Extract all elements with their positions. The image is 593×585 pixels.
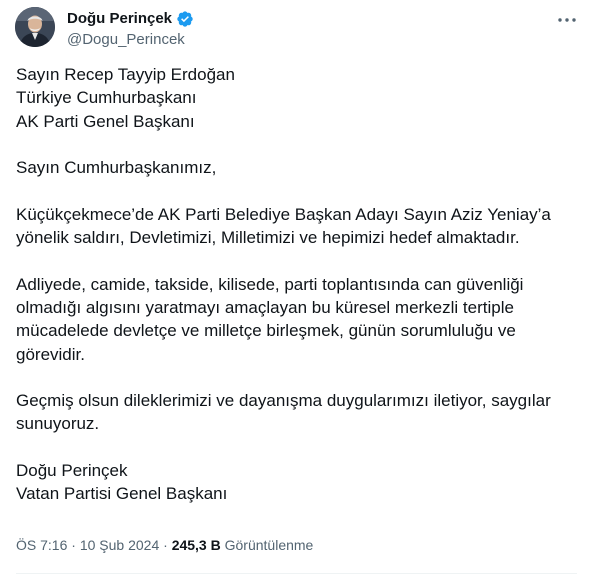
author-handle[interactable]: @Dogu_Perincek [67, 31, 185, 49]
paragraph-salutation: Sayın Recep Tayyip Erdoğan Türkiye Cumhu… [16, 63, 571, 133]
text-line: olmadığı algısını yaratmayı amaçlayan bu… [16, 297, 514, 317]
paragraph-wishes: Geçmiş olsun dileklerimizi ve dayanışma … [16, 389, 571, 436]
text-line: Geçmiş olsun dileklerimizi ve dayanışma … [16, 391, 551, 411]
text-line: yönelik saldırı, Devletimizi, Milletimiz… [16, 228, 520, 248]
paragraph-signature: Doğu Perinçek Vatan Partisi Genel Başkan… [16, 459, 571, 506]
tweet: Doğu Perinçek @Dogu_Perincek Sayın Recep… [0, 0, 593, 585]
tweet-date: 10 Şub 2024 [79, 537, 160, 553]
divider [16, 573, 577, 574]
verified-badge-icon[interactable] [176, 10, 194, 28]
paragraph-greeting: Sayın Cumhurbaşkanımız, [16, 156, 571, 179]
text-line: Türkiye Cumhurbaşkanı [16, 88, 197, 108]
author-name-row: Doğu Perinçek [67, 10, 194, 28]
paragraph-attack: Küçükçekmece’de AK Parti Belediye Başkan… [16, 203, 571, 250]
meta-separator: · [71, 537, 76, 553]
meta-separator: · [163, 537, 168, 553]
text-line: Sayın Recep Tayyip Erdoğan [16, 65, 235, 84]
avatar[interactable] [15, 7, 55, 47]
tweet-timestamp-link[interactable]: ÖS 7:16 · 10 Şub 2024 [16, 537, 159, 553]
views-count: 245,3 B [171, 537, 221, 553]
tweet-text: Sayın Recep Tayyip Erdoğan Türkiye Cumhu… [16, 63, 571, 529]
tweet-time: ÖS 7:16 [16, 537, 68, 553]
text-line: Adliyede, camide, takside, kilisede, par… [16, 274, 524, 294]
paragraph-solidarity: Adliyede, camide, takside, kilisede, par… [16, 273, 571, 366]
text-line: görevidir. [16, 344, 85, 364]
more-horizontal-icon [558, 18, 576, 22]
text-line: Sayın Cumhurbaşkanımız, [16, 158, 217, 178]
text-line: Küçükçekmece’de AK Parti Belediye Başkan… [16, 204, 551, 224]
author-display-name[interactable]: Doğu Perinçek [67, 10, 172, 28]
views-link[interactable]: 245,3 B Görüntülenme [172, 537, 314, 553]
text-line: AK Parti Genel Başkanı [16, 111, 195, 131]
tweet-meta: ÖS 7:16 · 10 Şub 2024 · 245,3 B Görüntül… [16, 536, 313, 554]
views-label: Görüntülenme [224, 537, 314, 553]
text-line: sunuyoruz. [16, 414, 100, 434]
text-line: Vatan Partisi Genel Başkanı [16, 484, 228, 504]
text-line: mücadelede devletçe ve milletçe birleşme… [16, 321, 516, 341]
avatar-image [15, 7, 55, 47]
text-line: Doğu Perinçek [16, 461, 128, 481]
more-button[interactable] [555, 10, 579, 30]
